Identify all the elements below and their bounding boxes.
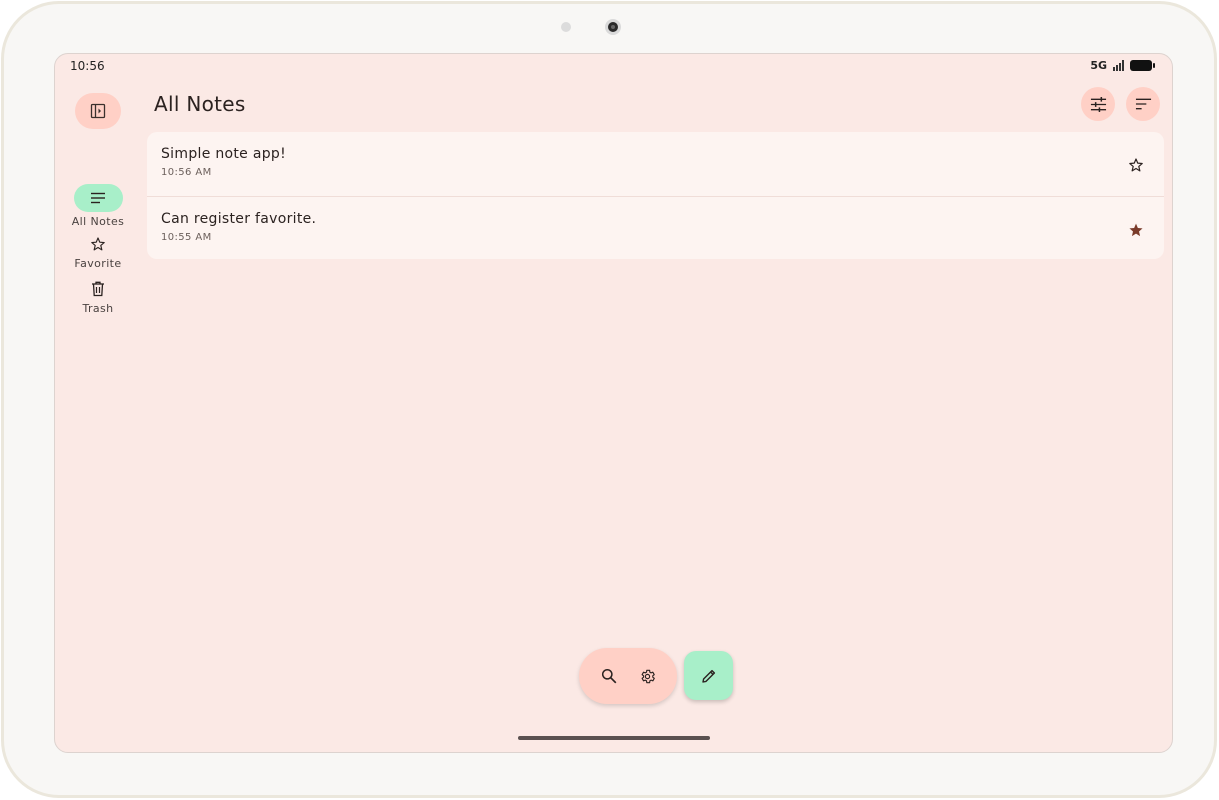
drawer-toggle-button[interactable] xyxy=(75,93,121,129)
filter-button[interactable] xyxy=(1081,87,1115,121)
star-outline-icon xyxy=(1129,158,1143,172)
favorite-toggle[interactable] xyxy=(1126,155,1146,175)
sort-button[interactable] xyxy=(1126,87,1160,121)
new-note-button[interactable] xyxy=(684,651,733,700)
signal-icon xyxy=(1113,60,1124,71)
note-item[interactable]: Simple note app! 10:56 AM xyxy=(147,132,1164,196)
trash-icon xyxy=(92,281,104,297)
note-time: 10:55 AM xyxy=(161,232,212,243)
notes-list-icon xyxy=(91,192,105,204)
battery-icon xyxy=(1130,60,1155,71)
app-screen: 10:56 5G All Notes Favorite Trash All No… xyxy=(54,53,1173,753)
favorite-toggle[interactable] xyxy=(1126,220,1146,240)
side-panel-icon xyxy=(90,103,106,119)
sort-icon xyxy=(1135,98,1151,110)
status-indicators: 5G xyxy=(1090,59,1155,72)
nav-item-favorite[interactable]: Favorite xyxy=(63,234,133,270)
notes-list: Simple note app! 10:56 AM Can register f… xyxy=(147,132,1164,259)
page-title: All Notes xyxy=(154,92,246,116)
note-title: Simple note app! xyxy=(161,146,287,162)
nav-item-trash[interactable]: Trash xyxy=(63,279,133,315)
gear-icon xyxy=(641,669,655,683)
nav-item-label: Trash xyxy=(82,302,114,315)
tablet-frame: 10:56 5G All Notes Favorite Trash All No… xyxy=(1,1,1217,798)
nav-item-label: Favorite xyxy=(74,257,122,270)
note-title: Can register favorite. xyxy=(161,211,317,227)
nav-item-all-notes[interactable]: All Notes xyxy=(63,184,133,228)
pencil-icon xyxy=(701,669,715,683)
network-type: 5G xyxy=(1090,59,1107,72)
search-icon xyxy=(601,668,616,684)
home-indicator[interactable] xyxy=(518,736,710,740)
nav-item-label: All Notes xyxy=(71,215,125,228)
tune-icon xyxy=(1090,96,1106,112)
star-outline-icon xyxy=(91,237,105,251)
note-item[interactable]: Can register favorite. 10:55 AM xyxy=(147,196,1164,259)
star-filled-icon xyxy=(1129,223,1143,237)
status-time: 10:56 xyxy=(70,59,105,73)
sensor-dot xyxy=(561,22,571,32)
search-button[interactable] xyxy=(593,660,625,692)
front-camera xyxy=(605,19,621,35)
bottom-action-bar xyxy=(579,648,677,704)
note-time: 10:56 AM xyxy=(161,167,212,178)
settings-button[interactable] xyxy=(632,660,664,692)
